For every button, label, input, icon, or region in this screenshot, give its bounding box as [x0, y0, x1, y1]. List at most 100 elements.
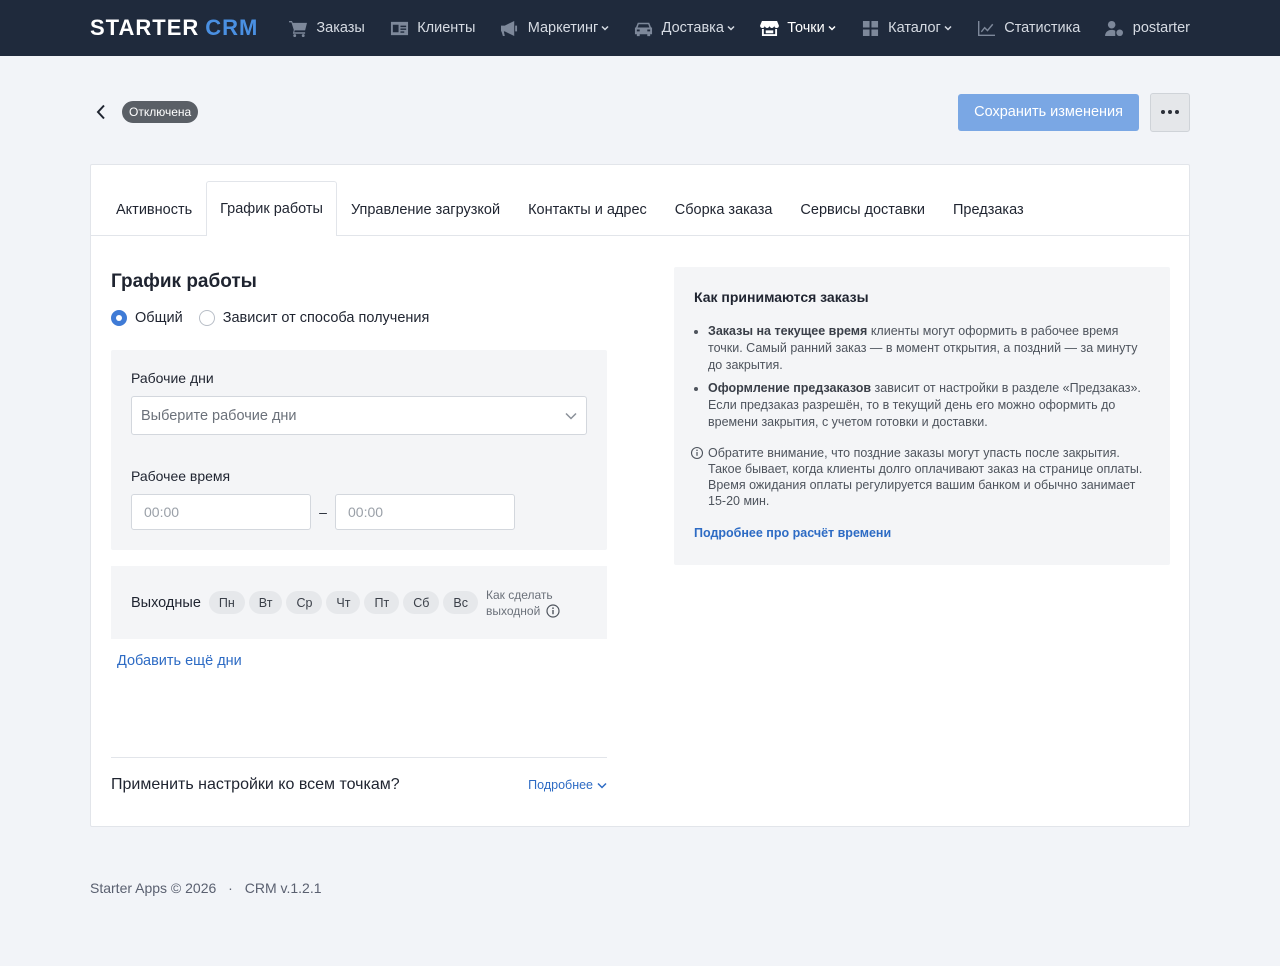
day-chip-sun[interactable]: Вс: [443, 591, 478, 614]
tab-contacts[interactable]: Контакты и адрес: [514, 182, 661, 236]
dot-icon: [1161, 110, 1165, 114]
weekend-help-text: Как сделать: [485, 587, 553, 602]
time-from-input[interactable]: 00:00: [131, 494, 311, 530]
logo[interactable]: STARTER CRM: [90, 15, 258, 41]
page-header: Отключена Сохранить изменения: [90, 92, 1190, 132]
chevron-left-icon: [96, 104, 105, 120]
apply-more-button[interactable]: Подробнее: [528, 778, 607, 792]
work-days-select[interactable]: Выберите рабочие дни: [131, 396, 587, 435]
schedule-section: График работы Общий Зависит от способа п…: [111, 236, 607, 669]
info-list-item: Заказы на текущее время клиенты могут оф…: [708, 323, 1150, 374]
nav-item-orders[interactable]: Заказы: [288, 19, 365, 37]
footer-copyright: Starter Apps © 2026: [90, 880, 217, 896]
nav-label: Маркетинг: [527, 20, 599, 36]
info-note: Обратите внимание, что поздние заказы мо…: [690, 445, 1150, 509]
radio-label: Общий: [135, 310, 183, 326]
time-separator: –: [319, 504, 327, 520]
radio-by-method[interactable]: Зависит от способа получения: [198, 310, 430, 326]
back-button[interactable]: [90, 101, 112, 123]
day-chip-wed[interactable]: Ср: [286, 591, 323, 614]
note-text: Обратите внимание, что поздние заказы мо…: [708, 446, 1143, 508]
nav-item-account[interactable]: postarter: [1105, 19, 1190, 37]
footer-separator: ·: [228, 880, 233, 896]
tab-delivery-services[interactable]: Сервисы доставки: [786, 182, 939, 236]
add-more-days-link[interactable]: Добавить ещё дни: [117, 653, 607, 669]
chevron-down-icon: [828, 24, 836, 32]
main-nav: Заказы Клиенты Маркетинг Доставка Точки …: [288, 19, 1190, 37]
settings-card: Активность График работы Управление загр…: [90, 164, 1190, 827]
apply-all-title: Применить настройки ко всем точкам?: [111, 776, 400, 793]
time-calc-link[interactable]: Подробнее про расчёт времени: [694, 526, 1150, 540]
nav-item-catalog[interactable]: Каталог: [860, 19, 952, 37]
nav-item-clients[interactable]: Клиенты: [389, 19, 475, 37]
dot-icon: [1168, 110, 1172, 114]
store-icon: [759, 19, 779, 37]
nav-label: Доставка: [661, 20, 724, 36]
chevron-down-icon: [727, 24, 735, 32]
megaphone-icon: [500, 19, 520, 37]
grid-icon: [860, 19, 880, 37]
save-button[interactable]: Сохранить изменения: [958, 93, 1139, 131]
day-chip-tue[interactable]: Вт: [248, 591, 283, 614]
day-chip-thu[interactable]: Чт: [326, 591, 361, 614]
footer: Starter Apps © 2026 · CRM v.1.2.1: [90, 880, 322, 896]
dot-icon: [1175, 110, 1179, 114]
chart-icon: [976, 19, 996, 37]
id-card-icon: [389, 19, 409, 37]
chevron-down-icon: [597, 782, 607, 789]
orders-info-box: Как принимаются заказы Заказы на текущее…: [674, 267, 1170, 565]
nav-label: Заказы: [316, 20, 365, 36]
weekend-help[interactable]: Как сделать выходной: [486, 587, 560, 619]
footer-version: CRM v.1.2.1: [244, 880, 322, 896]
time-range: 00:00 – 00:00: [131, 494, 587, 530]
select-placeholder: Выберите рабочие дни: [141, 407, 297, 424]
section-title: График работы: [111, 271, 257, 292]
info-title: Как принимаются заказы: [694, 289, 869, 305]
logo-text: STARTER: [90, 15, 200, 40]
tab-preorder[interactable]: Предзаказ: [939, 182, 1038, 236]
user-gear-icon: [1105, 19, 1125, 37]
nav-item-statistics[interactable]: Статистика: [976, 19, 1080, 37]
weekends-label: Выходные: [131, 594, 201, 611]
radio-indicator: [111, 310, 127, 326]
day-chip-fri[interactable]: Пт: [364, 591, 400, 614]
schedule-mode-group: Общий Зависит от способа получения: [111, 310, 607, 326]
cart-icon: [288, 19, 308, 37]
info-icon: [546, 603, 560, 618]
info-item-bold: Заказы на текущее время: [708, 324, 868, 338]
work-time-label: Рабочее время: [131, 468, 231, 484]
nav-item-delivery[interactable]: Доставка: [634, 19, 735, 37]
top-navbar: STARTER CRM Заказы Клиенты Маркетинг Дост…: [0, 0, 1280, 56]
tab-schedule[interactable]: График работы: [206, 181, 337, 236]
weekends-panel: Выходные Пн Вт Ср Чт Пт Сб Вс Как сделат…: [111, 566, 607, 639]
nav-label: Точки: [787, 20, 825, 36]
nav-item-marketing[interactable]: Маркетинг: [500, 19, 610, 37]
day-chip-sat[interactable]: Сб: [403, 591, 440, 614]
nav-item-points[interactable]: Точки: [759, 19, 836, 37]
chevron-down-icon: [565, 412, 577, 420]
apply-all-row: Применить настройки ко всем точкам? Подр…: [111, 757, 607, 794]
radio-label: Зависит от способа получения: [222, 310, 430, 326]
chevron-down-icon: [601, 24, 609, 32]
tab-activity[interactable]: Активность: [102, 182, 206, 236]
car-icon: [634, 19, 654, 37]
tab-load-management[interactable]: Управление загрузкой: [337, 182, 514, 236]
time-to-input[interactable]: 00:00: [335, 494, 515, 530]
info-list: Заказы на текущее время клиенты могут оф…: [694, 323, 1150, 431]
more-options-button[interactable]: [1150, 92, 1190, 132]
work-hours-panel: Рабочие дни Выберите рабочие дни Рабочее…: [111, 350, 607, 550]
nav-label: Статистика: [1004, 20, 1081, 36]
day-chip-mon[interactable]: Пн: [208, 591, 245, 614]
tab-order-assembly[interactable]: Сборка заказа: [661, 182, 787, 236]
tab-bar: Активность График работы Управление загр…: [91, 165, 1189, 236]
radio-common[interactable]: Общий: [111, 310, 183, 326]
weekend-help-text: выходной: [485, 603, 541, 618]
status-badge: Отключена: [122, 101, 199, 123]
info-icon: [690, 446, 704, 460]
chevron-down-icon: [944, 24, 952, 32]
radio-indicator: [198, 310, 215, 326]
info-list-item: Оформление предзаказов зависит от настро…: [708, 380, 1150, 431]
nav-label: Каталог: [888, 20, 941, 36]
nav-label: Клиенты: [417, 20, 476, 36]
nav-label: postarter: [1132, 20, 1190, 36]
